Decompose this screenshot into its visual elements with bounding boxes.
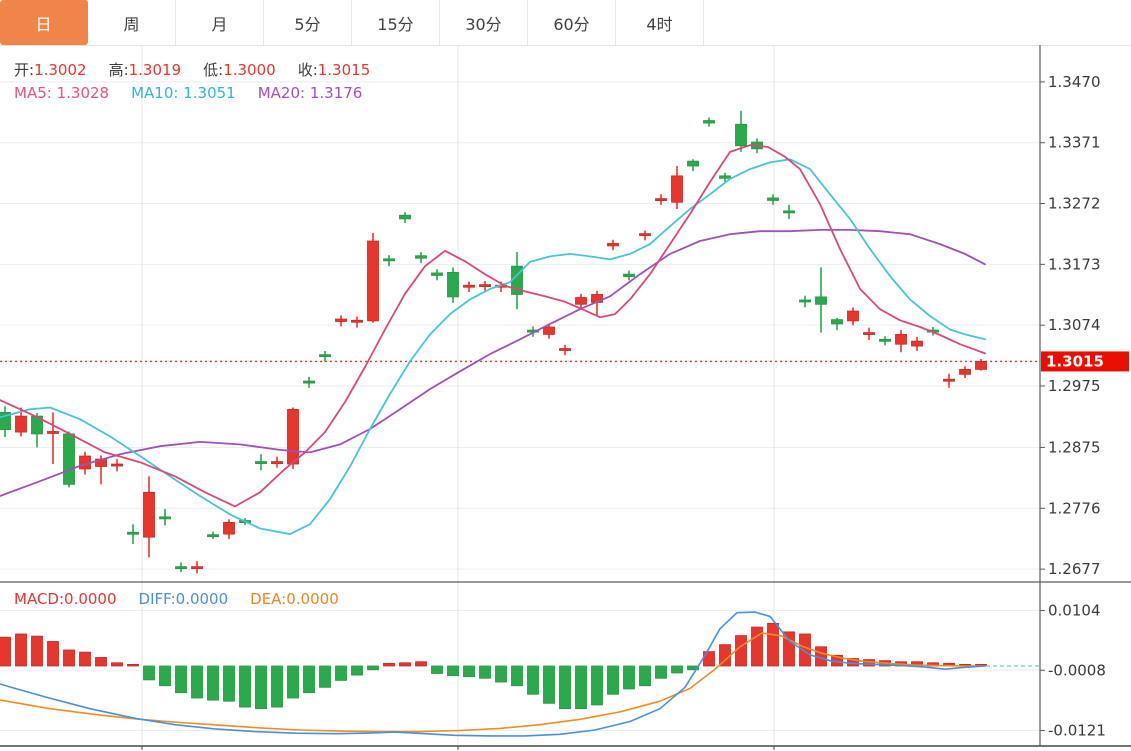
- ma5-value: 1.3028: [57, 84, 110, 102]
- dea-label: DEA:: [250, 590, 286, 608]
- svg-text:1.3371: 1.3371: [1048, 134, 1101, 152]
- ma20-line: [0, 230, 985, 496]
- svg-text:1.3173: 1.3173: [1048, 255, 1101, 273]
- svg-text:1.2975: 1.2975: [1048, 377, 1101, 395]
- svg-text:1.2776: 1.2776: [1048, 499, 1101, 517]
- svg-text:1.2875: 1.2875: [1048, 438, 1101, 456]
- dea-value: 0.0000: [286, 590, 339, 608]
- chart-canvas[interactable]: 1.3470 1.3371 1.3272 1.3173 1.3074 1.2975 1.28…: [0, 0, 1131, 751]
- ohlc-readout: 开:1.3002 高:1.3019 低:1.3000 收:1.3015: [14, 59, 386, 80]
- ma10-label: MA10:: [131, 84, 178, 102]
- macd-label: MACD:: [14, 590, 64, 608]
- high-value: 1.3019: [129, 61, 182, 79]
- diff-value: 0.0000: [176, 590, 229, 608]
- open-value: 1.3002: [34, 61, 87, 79]
- dea-line: [0, 633, 985, 732]
- ma20-label: MA20:: [258, 84, 305, 102]
- gridlines: [0, 45, 1040, 746]
- ma5-label: MA5:: [14, 84, 52, 102]
- macd-value: 0.0000: [64, 590, 117, 608]
- price-axis-labels: 1.3470 1.3371 1.3272 1.3173 1.3074 1.2975 1.28…: [1040, 73, 1106, 740]
- high-label: 高:: [109, 61, 129, 79]
- svg-text:-0.0121: -0.0121: [1048, 722, 1106, 740]
- svg-text:1.2677: 1.2677: [1048, 560, 1101, 578]
- low-value: 1.3000: [223, 61, 276, 79]
- ma-readout: MA5: 1.3028 MA10: 1.3051 MA20: 1.3176: [14, 84, 378, 102]
- macd-readout: MACD:0.0000 DIFF:0.0000 DEA:0.0000: [14, 590, 355, 608]
- kline-chart-app: 日周月5分15分30分60分4时 开:1.3002 高:1.3019 低:1.3…: [0, 0, 1131, 751]
- svg-text:1.3272: 1.3272: [1048, 195, 1101, 213]
- close-value: 1.3015: [318, 61, 371, 79]
- close-label: 收:: [298, 61, 318, 79]
- svg-text:-0.0008: -0.0008: [1048, 661, 1106, 679]
- svg-text:1.3470: 1.3470: [1048, 73, 1101, 91]
- ma10-value: 1.3051: [183, 84, 236, 102]
- candlestick-series: [0, 111, 987, 574]
- ma20-value: 1.3176: [310, 84, 363, 102]
- svg-text:1.3074: 1.3074: [1048, 316, 1101, 334]
- open-label: 开:: [14, 61, 34, 79]
- last-price-badge-text: 1.3015: [1046, 352, 1104, 370]
- diff-label: DIFF:: [139, 590, 176, 608]
- low-label: 低:: [203, 61, 223, 79]
- ma10-line: [0, 159, 985, 534]
- svg-text:0.0104: 0.0104: [1048, 602, 1101, 620]
- macd-histogram: [0, 623, 987, 708]
